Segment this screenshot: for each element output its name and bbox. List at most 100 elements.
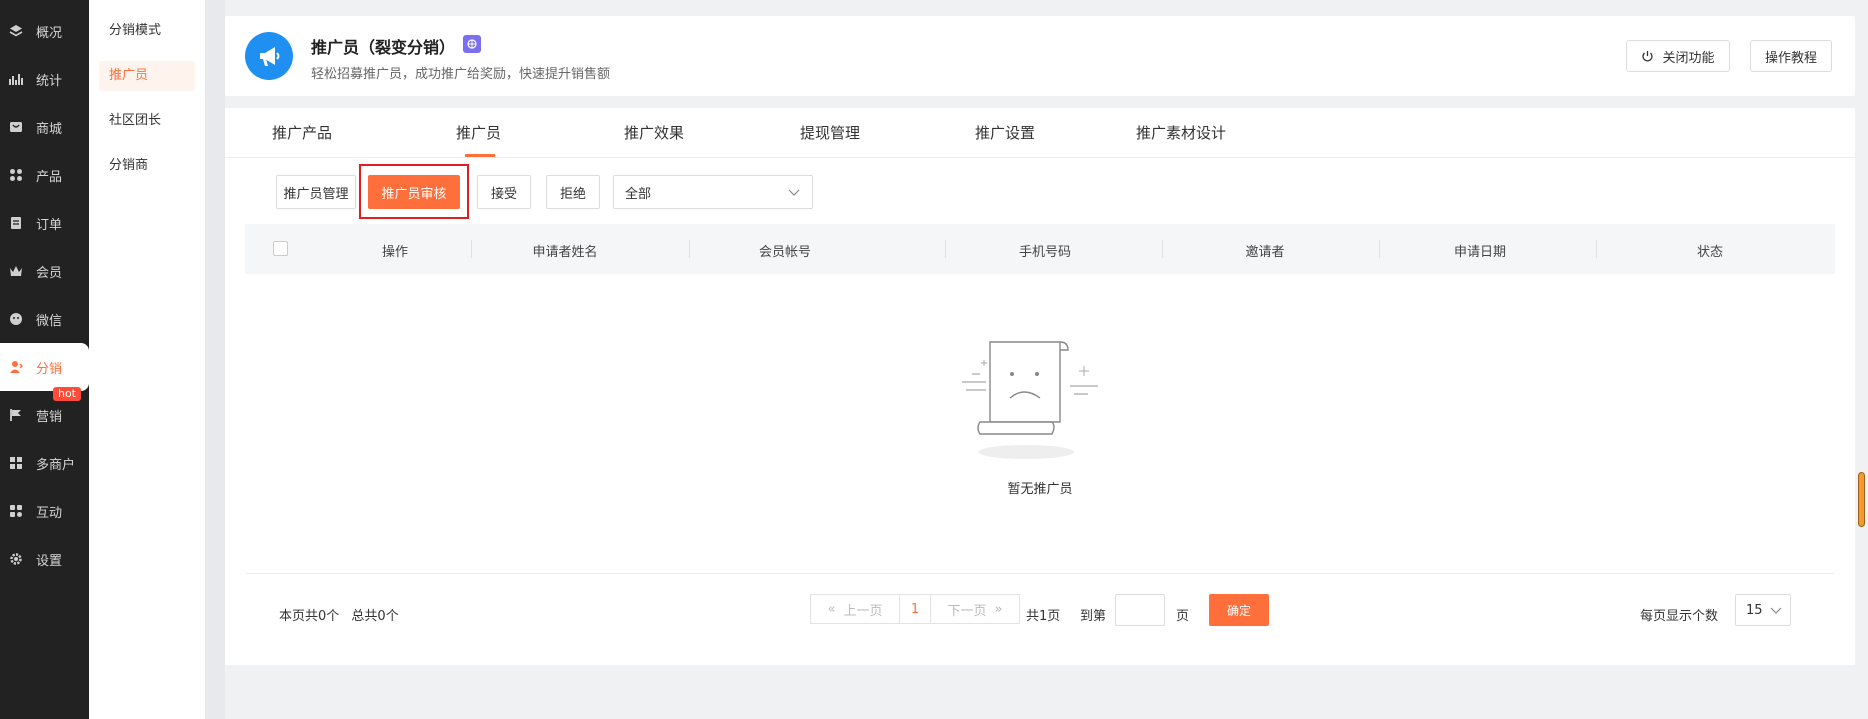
next-page-button[interactable]: 下一页 » — [930, 594, 1020, 624]
nav-item-interact[interactable]: 互动 — [0, 487, 89, 535]
feature-header: 推广员（裂变分销） 轻松招募推广员，成功推广给奖励，快速提升销售额 关闭功能 操… — [225, 16, 1855, 96]
per-page-label: 每页显示个数 — [1640, 609, 1719, 624]
goto-label: 到第 — [1080, 609, 1107, 624]
next-page-label: 下一页 — [947, 603, 987, 619]
nav-label: 营销 — [36, 409, 63, 425]
subnav-item-community-leader[interactable]: 社区团长 — [99, 106, 195, 136]
sub-nav: 分销模式 推广员 社区团长 分销商 — [89, 0, 205, 719]
grid-icon — [8, 167, 24, 183]
nav-label: 会员 — [36, 265, 63, 281]
subnav-item-promoter[interactable]: 推广员 — [99, 61, 195, 91]
crown-icon — [8, 263, 24, 279]
empty-state-text: 暂无推广员 — [1007, 482, 1073, 497]
status-filter-select[interactable]: 全部 — [613, 175, 813, 209]
column-header: 会员帐号 — [758, 245, 811, 260]
column-header: 操作 — [381, 245, 408, 260]
nav-item-marketing[interactable]: hot 营销 — [0, 387, 89, 439]
nav-item-settings[interactable]: 设置 — [0, 535, 89, 583]
tab-promoter[interactable]: 推广员 — [456, 122, 501, 143]
column-header: 手机号码 — [1018, 245, 1071, 260]
per-page-select[interactable]: 15 — [1735, 594, 1791, 626]
chart-icon — [8, 71, 24, 87]
tutorial-label: 操作教程 — [1764, 50, 1817, 66]
nav-label: 产品 — [36, 169, 63, 185]
power-icon — [1642, 50, 1654, 61]
page-unit-label: 页 — [1176, 609, 1190, 624]
nav-item-overview[interactable]: 概况 — [0, 7, 89, 55]
nav-item-stats[interactable]: 统计 — [0, 55, 89, 103]
tab-bar: 推广产品 推广员 推广效果 提现管理 推广设置 推广素材设计 — [225, 108, 1855, 158]
promoter-manage-button[interactable]: 推广员管理 — [276, 175, 356, 209]
main-panel: 推广产品 推广员 推广效果 提现管理 推广设置 推广素材设计 推广员管理 推广员… — [225, 108, 1855, 665]
goto-page-input[interactable] — [1115, 594, 1165, 626]
shop-icon — [8, 119, 24, 135]
nav-label: 概况 — [36, 25, 63, 41]
nav-item-distribution[interactable]: 分销 — [0, 343, 89, 391]
nav-label: 分销 — [36, 361, 63, 377]
multi-store-icon — [8, 455, 24, 471]
nav-item-order[interactable]: 订单 — [0, 199, 89, 247]
tab-material-design[interactable]: 推广素材设计 — [1136, 122, 1226, 143]
flag-icon — [8, 407, 24, 423]
table-header: 操作 申请者姓名 会员帐号 手机号码 邀请者 申请日期 状态 — [245, 224, 1835, 274]
megaphone-icon — [245, 32, 293, 80]
layers-icon — [8, 23, 24, 39]
prev-page-button[interactable]: « 上一页 — [810, 594, 900, 624]
wechat-icon — [8, 311, 24, 327]
active-tab-indicator — [465, 154, 495, 157]
tab-withdraw[interactable]: 提现管理 — [800, 122, 860, 143]
nav-label: 互动 — [36, 505, 63, 521]
interact-icon — [8, 503, 24, 519]
current-page-button[interactable]: 1 — [899, 594, 931, 624]
chevron-down-icon — [1770, 607, 1782, 614]
tutorial-button[interactable]: 操作教程 — [1750, 40, 1832, 72]
double-right-icon: » — [994, 601, 1003, 617]
main-nav: 概况 统计 商城 产品 订单 会员 微信 分销 hot 营销 多商户 互动 设置 — [0, 0, 89, 719]
close-feature-button[interactable]: 关闭功能 — [1626, 40, 1730, 72]
nav-item-member[interactable]: 会员 — [0, 247, 89, 295]
tab-promote-product[interactable]: 推广产品 — [272, 122, 332, 143]
status-filter-value: 全部 — [625, 186, 652, 202]
column-header: 申请者姓名 — [532, 245, 598, 260]
total-count-label: 总共0个 — [351, 609, 399, 624]
column-header: 状态 — [1696, 245, 1723, 260]
double-left-icon: « — [827, 601, 836, 617]
goto-confirm-button[interactable]: 确定 — [1209, 594, 1269, 626]
column-divider — [689, 240, 690, 258]
page-subtitle: 轻松招募推广员，成功推广给奖励，快速提升销售额 — [311, 67, 611, 82]
nav-label: 多商户 — [36, 457, 76, 473]
distribution-icon — [8, 359, 24, 375]
page-count-label: 本页共0个 — [279, 609, 340, 624]
page-scrollbar[interactable] — [1858, 472, 1865, 527]
page-title: 推广员（裂变分销） — [311, 38, 456, 57]
subnav-item-distributor[interactable]: 分销商 — [99, 151, 195, 181]
column-divider — [1596, 240, 1597, 258]
subnav-item-mode[interactable]: 分销模式 — [99, 16, 195, 46]
feature-tag-icon — [463, 35, 481, 53]
nav-item-shop[interactable]: 商城 — [0, 103, 89, 151]
highlight-box — [359, 164, 469, 219]
column-header: 邀请者 — [1245, 245, 1285, 260]
nav-label: 商城 — [36, 121, 63, 137]
tab-promote-effect[interactable]: 推广效果 — [624, 122, 684, 143]
nav-label: 统计 — [36, 73, 63, 89]
reject-button[interactable]: 拒绝 — [546, 175, 600, 209]
select-all-checkbox[interactable] — [273, 241, 288, 256]
nav-item-multi-store[interactable]: 多商户 — [0, 439, 89, 487]
column-header: 申请日期 — [1453, 245, 1506, 260]
per-page-value: 15 — [1746, 602, 1763, 618]
footer-divider — [245, 573, 1835, 574]
order-icon — [8, 215, 24, 231]
tab-promote-settings[interactable]: 推广设置 — [975, 122, 1035, 143]
empty-document-icon — [962, 341, 1098, 459]
nav-label: 订单 — [36, 217, 63, 233]
gear-icon — [8, 551, 24, 567]
page-count-text: 本页共0个 总共0个 — [279, 605, 399, 624]
nav-label: 设置 — [36, 553, 63, 569]
nav-item-product[interactable]: 产品 — [0, 151, 89, 199]
column-divider — [1162, 240, 1163, 258]
nav-label: 微信 — [36, 313, 63, 329]
close-feature-label: 关闭功能 — [1662, 50, 1715, 66]
accept-button[interactable]: 接受 — [477, 175, 531, 209]
nav-item-wechat[interactable]: 微信 — [0, 295, 89, 343]
